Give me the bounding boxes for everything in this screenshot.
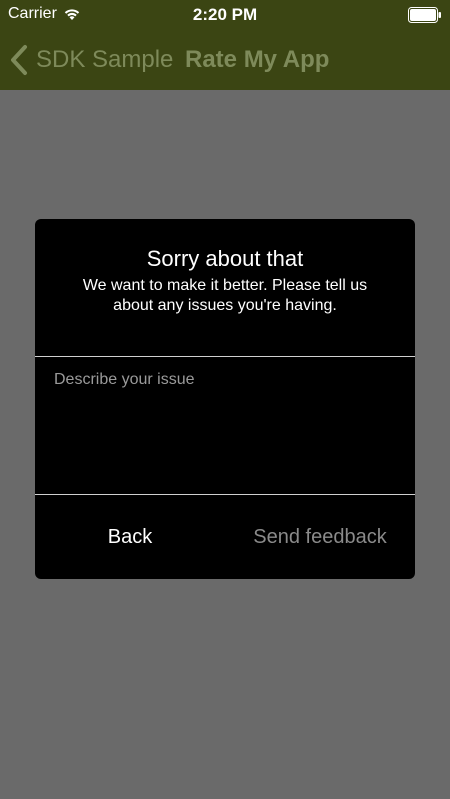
- send-feedback-button[interactable]: Send feedback: [225, 495, 415, 579]
- nav-title: Rate My App: [185, 46, 330, 73]
- dialog-header: Sorry about that We want to make it bett…: [35, 219, 415, 357]
- navigation-bar: SDK Sample Rate My App: [0, 30, 450, 90]
- back-button[interactable]: Back: [35, 495, 225, 579]
- dialog-title: Sorry about that: [146, 246, 304, 271]
- feedback-dialog: Sorry about that We want to make it bett…: [35, 219, 415, 579]
- issue-area: [35, 357, 415, 495]
- status-bar: Carrier 2:20 PM: [0, 0, 450, 30]
- battery-icon: [408, 7, 442, 23]
- status-time: 2:20 PM: [192, 5, 258, 24]
- dialog-actions: Back Send feedback: [35, 495, 415, 579]
- dialog-message: We want to make it better. Please tell u…: [82, 277, 368, 314]
- nav-back-label: SDK Sample: [36, 46, 174, 73]
- issue-description-input[interactable]: [35, 357, 415, 494]
- chevron-left-icon: [8, 44, 30, 76]
- nav-back-button[interactable]: SDK Sample: [8, 44, 173, 76]
